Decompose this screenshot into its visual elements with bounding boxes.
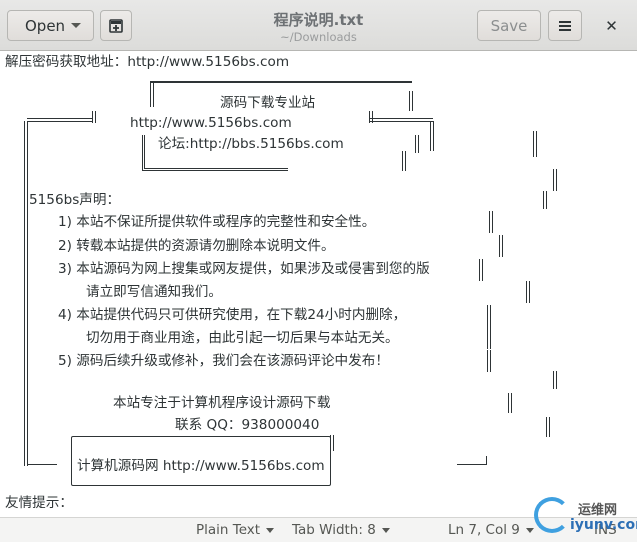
frame-line bbox=[526, 281, 530, 303]
tab-width-selector[interactable]: Tab Width: 8 bbox=[292, 522, 390, 538]
text-line: 源码下载专业站 bbox=[220, 95, 316, 111]
text-line: 1) 本站不保证所提供软件或程序的完整性和安全性。 bbox=[58, 214, 376, 230]
cursor-position-label: Ln 7, Col 9 bbox=[448, 522, 520, 538]
text-line: 5156bs声明： bbox=[29, 192, 121, 208]
outer-right-border bbox=[430, 121, 434, 151]
text-line: 切勿用于商业用途，由此引起一切后果与本站无关。 bbox=[86, 330, 399, 346]
text-line: 5) 源码后续升级或修补，我们会在该源码评论中发布！ bbox=[58, 353, 389, 369]
watermark-ring-icon bbox=[534, 497, 570, 533]
header-bar: Open 程序说明.txt ~/Downloads Save ✕ bbox=[0, 0, 637, 51]
frame-line bbox=[487, 327, 491, 349]
text-line: 3) 本站源码为网上搜集或网友提供，如果涉及或侵害到您的版 bbox=[58, 261, 430, 277]
frame-line bbox=[553, 371, 557, 389]
watermark-logo: 运维网 iyunv.com bbox=[530, 495, 637, 540]
frame-line bbox=[27, 118, 93, 122]
chevron-down-icon bbox=[266, 527, 275, 533]
frame-line bbox=[92, 111, 96, 123]
frame-line bbox=[369, 111, 373, 123]
hamburger-menu-icon bbox=[559, 20, 571, 31]
open-button[interactable]: Open bbox=[7, 10, 94, 41]
new-document-button[interactable] bbox=[100, 10, 132, 41]
window-title: 程序说明.txt bbox=[273, 11, 364, 29]
text-line: 友情提示： bbox=[5, 495, 73, 511]
frame-line bbox=[508, 393, 512, 413]
frame-line bbox=[487, 350, 491, 372]
open-button-label: Open bbox=[25, 16, 66, 35]
tab-width-label: Tab Width: 8 bbox=[292, 522, 376, 538]
frame-line bbox=[533, 131, 537, 157]
text-line: 2) 转载本站提供的资源请勿删除本说明文件。 bbox=[58, 238, 335, 254]
frame-line bbox=[150, 81, 154, 107]
text-line: 请立即写信通知我们。 bbox=[86, 284, 222, 300]
new-document-icon bbox=[109, 18, 123, 33]
frame-line bbox=[553, 169, 557, 191]
text-line: 4) 本站提供代码只可供研究使用，在下载24小时内删除， bbox=[58, 307, 407, 323]
watermark-text: 运维网 bbox=[578, 503, 618, 518]
text-line: 本站专注于计算机程序设计源码下载 bbox=[113, 395, 331, 411]
frame-line bbox=[409, 91, 413, 111]
chevron-down-icon bbox=[71, 23, 81, 28]
frame-line bbox=[402, 151, 406, 171]
frame-line bbox=[546, 417, 550, 437]
text-line: 联系 QQ：938000040 bbox=[175, 417, 320, 433]
text-line: 论坛:http://bbs.5156bs.com bbox=[158, 136, 344, 152]
watermark-url: iyunv.com bbox=[570, 517, 637, 533]
frame-line bbox=[415, 135, 419, 153]
frame-line bbox=[489, 211, 493, 233]
frame-line bbox=[487, 305, 491, 327]
text-line: 计算机源码网 http://www.5156bs.com bbox=[77, 458, 325, 474]
frame-line bbox=[543, 191, 547, 209]
outer-left-border bbox=[24, 121, 28, 466]
chevron-down-icon bbox=[381, 527, 390, 533]
syntax-label: Plain Text bbox=[196, 522, 261, 538]
frame-line bbox=[457, 456, 487, 465]
text-line: http://www.5156bs.com bbox=[130, 115, 292, 131]
frame-line bbox=[369, 118, 433, 122]
close-icon[interactable]: ✕ bbox=[599, 13, 624, 38]
frame-line bbox=[27, 456, 57, 465]
frame-line bbox=[479, 259, 483, 281]
save-button[interactable]: Save bbox=[477, 10, 541, 41]
syntax-selector[interactable]: Plain Text bbox=[196, 522, 275, 538]
window-subtitle: ~/Downloads bbox=[280, 30, 357, 44]
menu-button[interactable] bbox=[548, 10, 582, 41]
text-line: 解压密码获取地址：http://www.5156bs.com bbox=[5, 54, 290, 70]
frame-line bbox=[499, 235, 503, 257]
text-editor[interactable]: 解压密码获取地址：http://www.5156bs.com 源码下载专业站 h… bbox=[0, 51, 637, 517]
cursor-position-selector[interactable]: Ln 7, Col 9 bbox=[448, 522, 534, 538]
